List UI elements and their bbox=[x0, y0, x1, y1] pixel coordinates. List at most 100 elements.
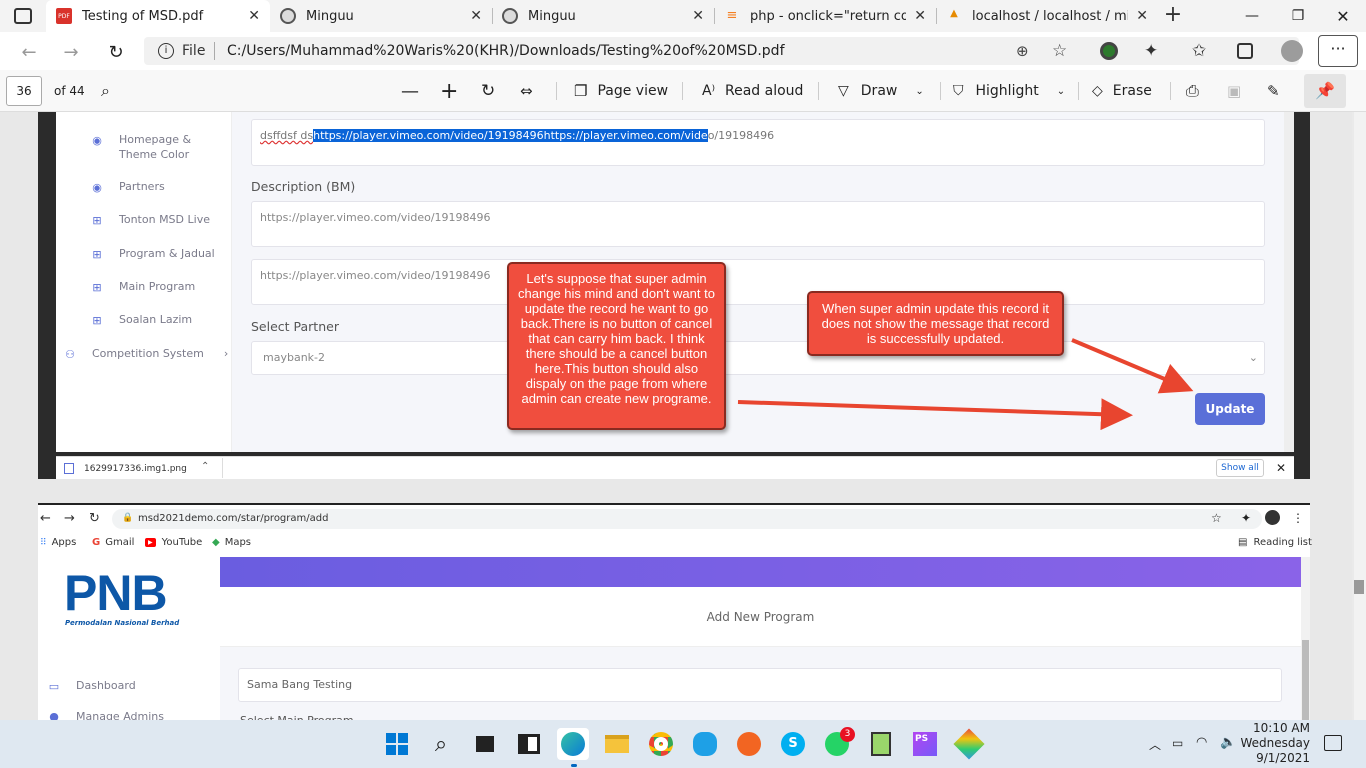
tab-localhost[interactable]: ▲ localhost / localhost / mingu ✕ bbox=[936, 0, 1158, 32]
scrollbar-thumb[interactable] bbox=[1302, 640, 1309, 720]
rotate-icon[interactable]: ↻ bbox=[481, 70, 495, 112]
sidebar-item-partners[interactable]: ◉ Partners bbox=[91, 180, 165, 194]
close-icon[interactable]: ✕ bbox=[470, 8, 482, 24]
minimize-button[interactable]: — bbox=[1229, 0, 1275, 32]
extensions-icon[interactable]: ✦ bbox=[1144, 41, 1158, 61]
settings-more-button[interactable]: ··· bbox=[1318, 35, 1358, 67]
sidebar-item-homepage-line2[interactable]: Theme Color bbox=[119, 148, 189, 161]
save-as-icon[interactable]: ✎ bbox=[1267, 70, 1280, 112]
zoom-out-button[interactable]: — bbox=[401, 70, 419, 112]
sidebar-item-dashboard[interactable]: ▭ Dashboard bbox=[48, 679, 136, 693]
tab-minguu-2[interactable]: Minguu ✕ bbox=[492, 0, 714, 32]
show-all-button[interactable]: Show all bbox=[1216, 459, 1264, 477]
sidebar-item-main-program[interactable]: ⊞ Main Program bbox=[91, 280, 195, 294]
profile-avatar[interactable] bbox=[1265, 510, 1280, 525]
search-icon[interactable]: ⌕ bbox=[425, 728, 457, 760]
read-aloud-button[interactable]: A⁾ Read aloud bbox=[702, 70, 803, 112]
menu-icon[interactable]: ⋮ bbox=[1292, 511, 1304, 525]
favorite-add-icon[interactable]: ☆ bbox=[1052, 41, 1067, 61]
profile-avatar[interactable] bbox=[1281, 40, 1303, 62]
close-window-button[interactable]: ✕ bbox=[1320, 0, 1366, 32]
sidebar-item-tonton[interactable]: ⊞ Tonton MSD Live bbox=[91, 213, 210, 227]
update-button[interactable]: Update bbox=[1195, 393, 1265, 425]
clock[interactable]: 10:10 AM Wednesday 9/1/2021 bbox=[1240, 721, 1310, 766]
volume-icon[interactable]: 🔈 bbox=[1220, 735, 1236, 750]
app-gem-icon[interactable] bbox=[953, 728, 985, 760]
download-filename[interactable]: 1629917336.img1.png bbox=[84, 464, 187, 474]
tab-pdf[interactable]: PDF Testing of MSD.pdf ✕ bbox=[46, 0, 270, 32]
file-explorer-icon[interactable] bbox=[601, 728, 633, 760]
bookmark-youtube[interactable]: ▶ YouTube bbox=[145, 537, 202, 548]
bookmark-star-icon[interactable]: ☆ bbox=[1211, 511, 1222, 525]
wifi-icon[interactable]: ◠ bbox=[1196, 735, 1207, 750]
back-button[interactable]: ← bbox=[16, 39, 42, 65]
notepad-icon[interactable] bbox=[865, 728, 897, 760]
description-bm2-textarea[interactable]: https://player.vimeo.com/video/19198496 bbox=[251, 259, 1265, 305]
description-bm-textarea[interactable]: https://player.vimeo.com/video/19198496 bbox=[251, 201, 1265, 247]
pdf-scrollbar[interactable] bbox=[1354, 112, 1366, 720]
sidebar-item-homepage[interactable]: ◉ Homepage & bbox=[91, 133, 191, 147]
sidebar-item-competition[interactable]: ⚇ Competition System › bbox=[64, 347, 228, 361]
zoom-icon[interactable]: ⊕ bbox=[1016, 42, 1029, 60]
close-icon[interactable]: ✕ bbox=[248, 8, 260, 24]
zoom-in-button[interactable]: + bbox=[440, 70, 458, 112]
tab-php[interactable]: ≡ php - onclick="return confirm ✕ bbox=[714, 0, 936, 32]
app-blue-icon[interactable] bbox=[689, 728, 721, 760]
widgets-icon[interactable] bbox=[513, 728, 545, 760]
url-text[interactable]: C:/Users/Muhammad%20Waris%20(KHR)/Downlo… bbox=[227, 43, 785, 59]
start-button[interactable] bbox=[381, 728, 413, 760]
chevron-down-icon[interactable]: ⌄ bbox=[1057, 86, 1065, 97]
url-text[interactable]: msd2021demo.com/star/program/add bbox=[138, 513, 328, 524]
close-icon[interactable]: ✕ bbox=[1276, 461, 1286, 475]
bookmark-gmail[interactable]: G Gmail bbox=[92, 537, 134, 548]
close-icon[interactable]: ✕ bbox=[1136, 8, 1148, 24]
save-icon[interactable]: ▣ bbox=[1227, 70, 1241, 112]
bookmark-apps[interactable]: ⠿ Apps bbox=[40, 537, 76, 548]
pdf-scrollbar-thumb[interactable] bbox=[1354, 580, 1364, 594]
chevron-up-icon[interactable]: ︿ bbox=[1149, 736, 1161, 753]
sidebar-item-admins[interactable]: ● Manage Admins bbox=[48, 712, 164, 720]
search-icon[interactable]: ⌕ bbox=[101, 70, 110, 112]
back-button[interactable]: ← bbox=[40, 511, 51, 526]
draw-button[interactable]: ▽ Draw ⌄ bbox=[838, 70, 924, 112]
chrome-taskbar-icon[interactable] bbox=[645, 728, 677, 760]
extension-globe-icon[interactable] bbox=[1100, 42, 1118, 60]
collections-icon[interactable] bbox=[1237, 43, 1253, 59]
chevron-up-icon[interactable]: ⌃ bbox=[201, 461, 209, 472]
close-icon[interactable]: ✕ bbox=[692, 8, 704, 24]
skype-icon[interactable]: S bbox=[777, 728, 809, 760]
highlight-button[interactable]: ⛉ Highlight ⌄ bbox=[953, 70, 1065, 112]
description-textarea[interactable]: dsffdsf dshttps://player.vimeo.com/video… bbox=[251, 119, 1265, 166]
phpstorm-icon[interactable]: PS bbox=[909, 728, 941, 760]
page-number-input[interactable]: 36 bbox=[6, 76, 42, 106]
refresh-button[interactable]: ↻ bbox=[89, 511, 100, 526]
app-orange-icon[interactable] bbox=[733, 728, 765, 760]
new-tab-button[interactable]: + bbox=[1160, 4, 1186, 28]
sidebar-item-soalan[interactable]: ⊞ Soalan Lazim bbox=[91, 313, 192, 327]
forward-button[interactable]: → bbox=[58, 39, 84, 65]
program-name-input[interactable]: Sama Bang Testing bbox=[238, 668, 1282, 702]
notification-center-icon[interactable] bbox=[1324, 735, 1342, 751]
bookmark-maps[interactable]: ◆ Maps bbox=[212, 537, 251, 548]
erase-button[interactable]: ◇ Erase bbox=[1092, 70, 1152, 112]
tab-actions-button[interactable] bbox=[14, 8, 32, 24]
pin-toolbar-icon[interactable]: 📌 bbox=[1304, 74, 1346, 108]
battery-icon[interactable]: ▭ bbox=[1172, 736, 1183, 750]
close-icon[interactable]: ✕ bbox=[914, 8, 926, 24]
edge-taskbar-icon[interactable] bbox=[557, 728, 589, 760]
info-icon[interactable]: i bbox=[158, 43, 174, 59]
refresh-button[interactable]: ↻ bbox=[103, 39, 129, 65]
forward-button[interactable]: → bbox=[64, 511, 75, 526]
reading-list[interactable]: ▤ Reading list bbox=[1238, 537, 1312, 548]
print-icon[interactable]: ⎙ bbox=[1186, 70, 1199, 112]
fit-width-icon[interactable]: ⇔ bbox=[520, 70, 533, 112]
extensions-icon[interactable]: ✦ bbox=[1241, 511, 1251, 525]
sidebar-item-program[interactable]: ⊞ Program & Jadual bbox=[91, 247, 214, 261]
favorites-icon[interactable]: ✩ bbox=[1192, 41, 1206, 61]
page-view-button[interactable]: ❐ Page view bbox=[574, 70, 668, 112]
scrollbar[interactable] bbox=[1284, 112, 1294, 452]
tab-minguu-1[interactable]: Minguu ✕ bbox=[270, 0, 492, 32]
chevron-down-icon[interactable]: ⌄ bbox=[915, 86, 923, 97]
maximize-button[interactable]: ❐ bbox=[1275, 0, 1321, 32]
task-view-icon[interactable] bbox=[469, 728, 501, 760]
